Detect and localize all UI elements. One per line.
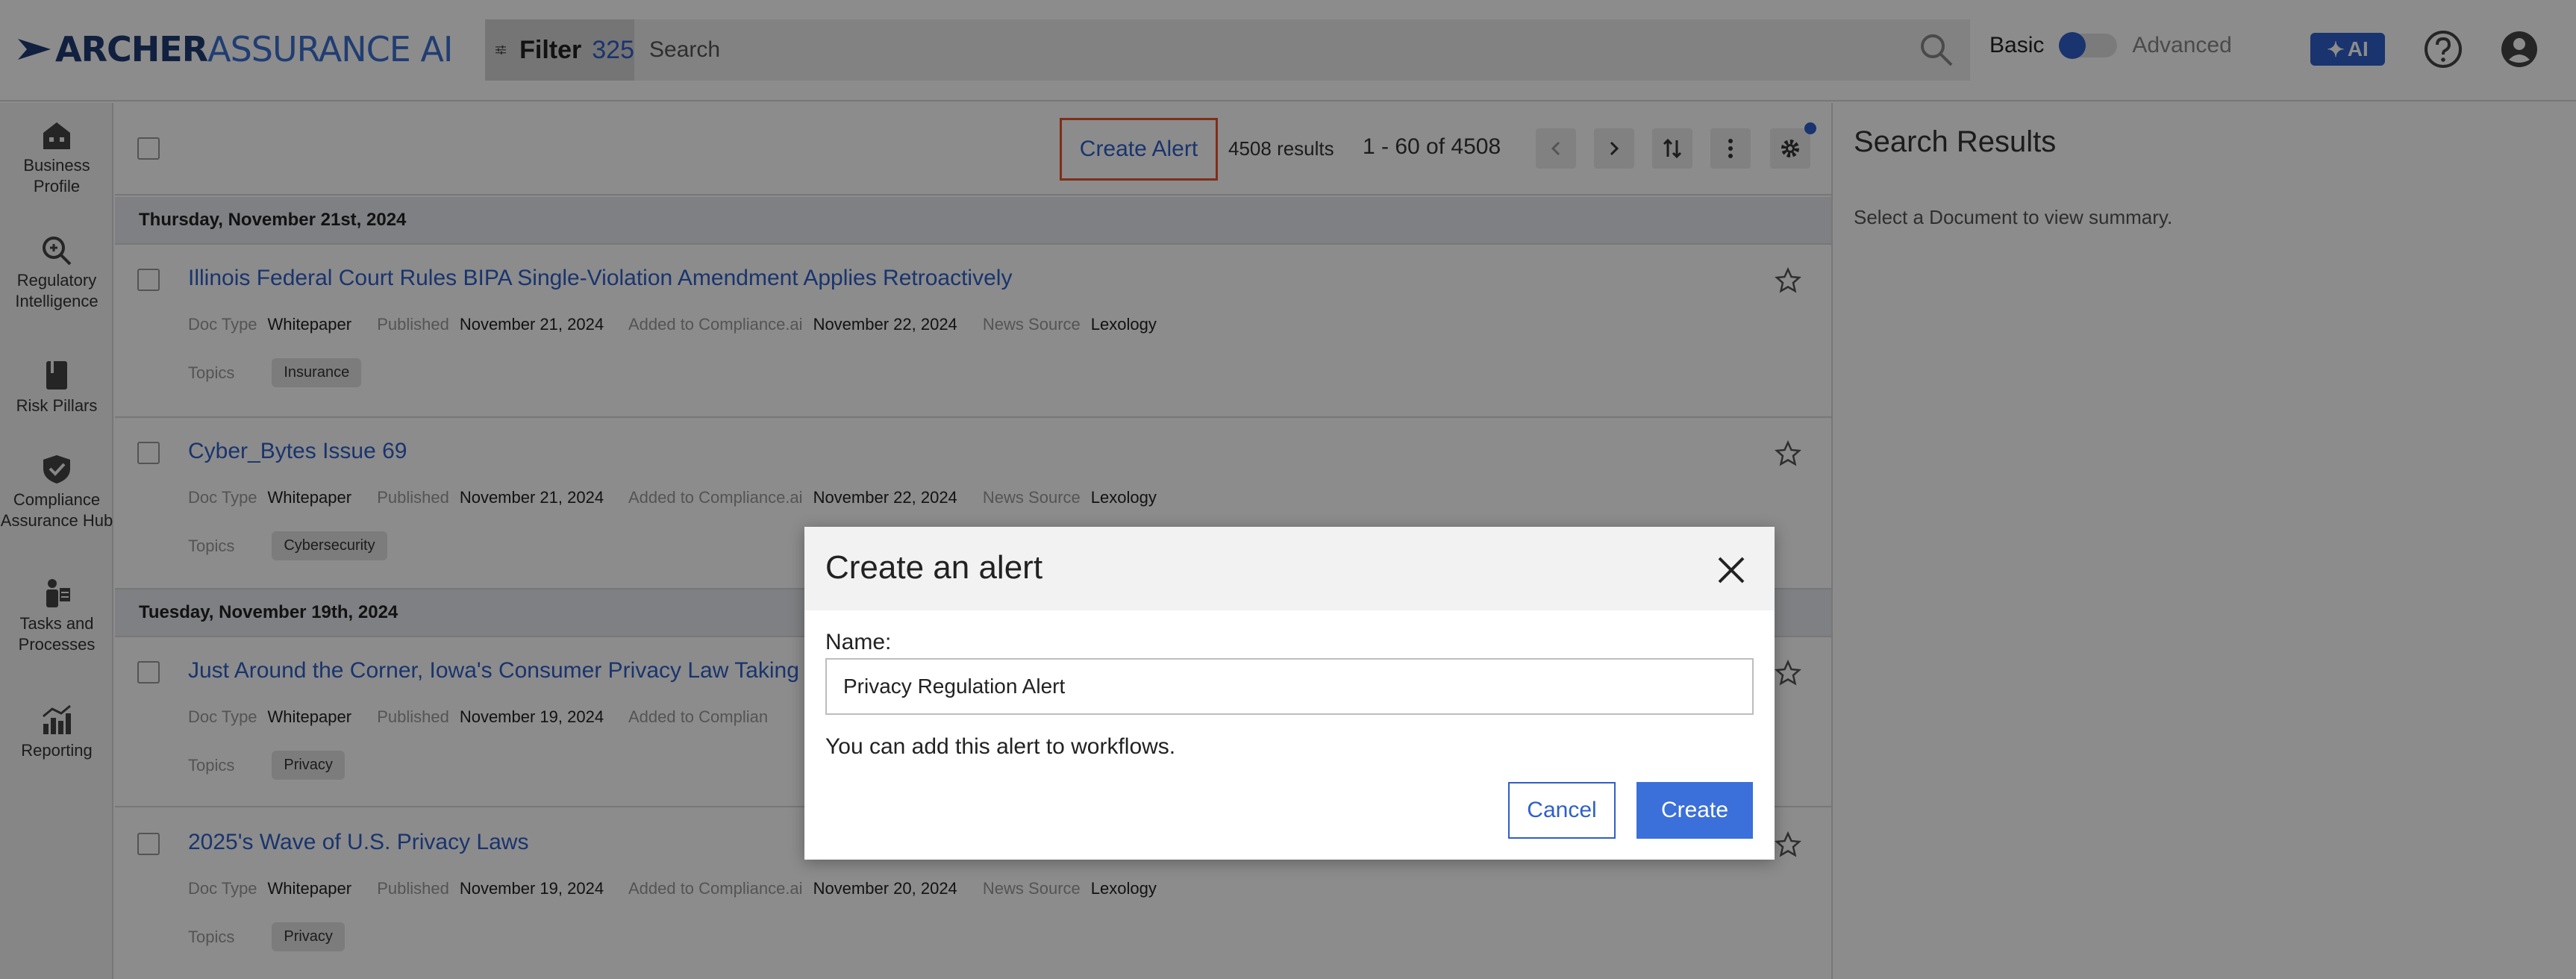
close-dialog-button[interactable] <box>1713 552 1749 588</box>
alert-name-input[interactable] <box>825 658 1754 715</box>
create-alert-dialog: Create an alert Name: You can add this a… <box>804 527 1775 860</box>
close-icon <box>1718 557 1745 584</box>
dialog-title: Create an alert <box>825 549 1043 586</box>
cancel-button[interactable]: Cancel <box>1508 782 1616 839</box>
alert-name-label: Name: <box>825 630 892 654</box>
create-button[interactable]: Create <box>1636 782 1753 839</box>
dialog-hint-text: You can add this alert to workflows. <box>825 734 1176 759</box>
dialog-header: Create an alert <box>804 527 1775 610</box>
